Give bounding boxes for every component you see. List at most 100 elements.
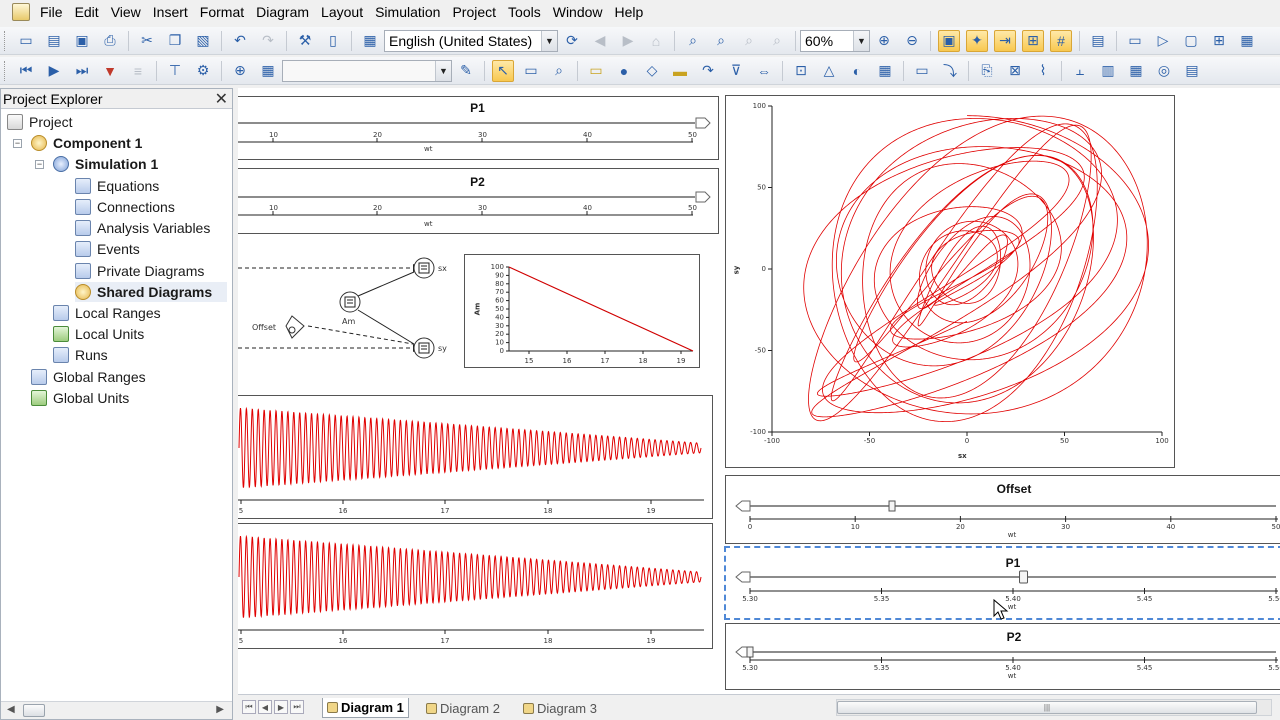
tree-item-analysis-variables[interactable]: Analysis Variables (75, 218, 210, 238)
table-icon[interactable]: ⊞ (1208, 30, 1230, 52)
save-icon[interactable]: ▣ (71, 30, 93, 52)
properties-icon[interactable]: ▤ (1087, 30, 1109, 52)
menu-layout[interactable]: Layout (317, 2, 367, 22)
wave-plot-1[interactable]: 5 16 17 18 19 (238, 395, 713, 519)
p1-slider-panel[interactable]: P1 10 20 30 40 50 wt (238, 96, 719, 160)
copy-format-icon[interactable]: ⎘ (976, 60, 998, 82)
tree-item-private-diagrams[interactable]: Private Diagrams (75, 261, 204, 281)
find-prev-icon[interactable]: ⌕ (738, 30, 760, 52)
tab-diagram-3[interactable]: Diagram 3 (519, 698, 601, 718)
parameter-icon[interactable]: ⊤ (164, 60, 186, 82)
grid-icon[interactable]: ⊞ (1022, 29, 1044, 52)
collapse-icon[interactable]: − (13, 139, 22, 148)
pattern-icon[interactable]: ▦ (874, 60, 896, 82)
open-icon[interactable]: ▤ (43, 30, 65, 52)
cut-icon[interactable]: ✂ (136, 30, 158, 52)
connector-icon[interactable]: ⇔ (753, 60, 775, 82)
tree-item-global-units[interactable]: Global Units (31, 388, 129, 408)
frame-icon[interactable]: ▭ (911, 60, 933, 82)
prev-tab-icon[interactable]: ◀ (258, 700, 272, 714)
slider-track[interactable] (238, 97, 720, 161)
copy-icon[interactable]: ❐ (164, 30, 186, 52)
home-icon[interactable]: ⌂ (645, 30, 667, 52)
toolbar-grip[interactable] (4, 60, 8, 81)
tree-item-global-ranges[interactable]: Global Ranges (31, 367, 146, 387)
xy-plot-icon[interactable]: ◎ (1153, 60, 1175, 82)
tree-item-local-units[interactable]: Local Units (53, 324, 144, 344)
arrange-icon[interactable]: ▦ (1236, 30, 1258, 52)
first-tab-icon[interactable]: ⏮ (242, 700, 256, 714)
fill-icon[interactable]: ◐ (846, 60, 868, 82)
step-icon[interactable]: ⇥ (994, 29, 1016, 52)
tree-item-connections[interactable]: Connections (75, 197, 175, 217)
refresh-icon[interactable]: ⟳ (561, 30, 583, 52)
menu-edit[interactable]: Edit (71, 2, 103, 22)
tree-item-project[interactable]: Project (7, 112, 73, 132)
menu-file[interactable]: File (36, 2, 67, 22)
zoom-out-icon[interactable]: ⊖ (901, 30, 923, 52)
chart-icon[interactable]: ⫠ (1069, 60, 1091, 82)
rectangle-icon[interactable]: ▭ (585, 60, 607, 82)
window-icon[interactable]: ▢ (1180, 30, 1202, 52)
stack-icon[interactable]: ▤ (1181, 60, 1203, 82)
tree-item-events[interactable]: Events (75, 239, 140, 259)
menu-tools[interactable]: Tools (504, 2, 545, 22)
menu-insert[interactable]: Insert (149, 2, 192, 22)
language-select[interactable]: English (United States) ▼ (384, 29, 558, 52)
p2-slider-svg[interactable]: 5.30 5.35 5.40 5.45 5.50 wt (726, 624, 1280, 691)
target-icon[interactable]: ⊕ (229, 60, 251, 82)
am-plot[interactable]: 100 90 80 70 60 50 40 30 20 10 0 15 16 17 18 19 Am (464, 254, 700, 368)
bar-chart-icon[interactable]: ▥ (1097, 60, 1119, 82)
app-icon[interactable] (12, 3, 30, 21)
ellipse-icon[interactable]: ● (613, 60, 635, 82)
tree-item-shared-diagrams[interactable]: Shared Diagrams (75, 282, 227, 302)
stop-icon[interactable]: ▼ (99, 60, 121, 82)
offset-slider-panel[interactable]: Offset 0 10 20 30 40 50 wt (725, 475, 1280, 544)
replace-icon[interactable]: ⌕ (766, 30, 788, 52)
slider-track[interactable] (238, 169, 720, 235)
next-tab-icon[interactable]: ▶ (274, 700, 288, 714)
bulb-icon[interactable]: ✦ (966, 29, 988, 52)
zoom-select[interactable]: 60% ▼ (800, 29, 870, 52)
tree-item-component[interactable]: Component 1 (31, 133, 142, 153)
offset-node[interactable] (285, 315, 305, 339)
redo-icon[interactable]: ↷ (257, 30, 279, 52)
sx-node[interactable] (413, 257, 435, 279)
select-shape-icon[interactable]: ⊡ (790, 60, 812, 82)
menu-diagram[interactable]: Diagram (252, 2, 313, 22)
rewind-icon[interactable]: ⏮ (15, 60, 37, 82)
zoom-in-icon[interactable]: ⊕ (873, 30, 895, 52)
last-tab-icon[interactable]: ⏭ (290, 700, 304, 714)
paint-icon[interactable]: ✎ (455, 60, 477, 82)
line-icon[interactable]: △ (818, 60, 840, 82)
undo-icon[interactable]: ↶ (229, 30, 251, 52)
toolbar-grip[interactable] (4, 30, 8, 51)
menu-window[interactable]: Window (549, 2, 607, 22)
object-select[interactable]: ▼ (282, 59, 452, 82)
brush-icon[interactable]: ⌇ (1032, 60, 1054, 82)
wave-plot-2[interactable]: 5 16 17 18 19 (238, 523, 713, 649)
tab-diagram-2[interactable]: Diagram 2 (422, 698, 504, 718)
funnel-icon[interactable]: ⊽ (725, 60, 747, 82)
scroll-right-icon[interactable]: ▶ (216, 704, 224, 715)
collapse-icon[interactable]: − (35, 160, 44, 169)
menu-format[interactable]: Format (196, 2, 248, 22)
play-icon[interactable]: ▶ (43, 60, 65, 82)
table-chart-icon[interactable]: ▦ (1125, 60, 1147, 82)
settings-icon[interactable]: ⚙ (192, 60, 214, 82)
sy-node[interactable] (413, 337, 435, 359)
chevron-down-icon[interactable]: ▼ (435, 60, 451, 81)
find-next-icon[interactable]: ⌕ (710, 30, 732, 52)
chevron-down-icon[interactable]: ▼ (853, 30, 869, 51)
p2-slider-panel[interactable]: P2 10 20 30 40 50 wt (238, 168, 719, 234)
close-icon[interactable]: ✕ (215, 89, 228, 109)
offset-slider-svg[interactable]: 0 10 20 30 40 50 wt (726, 476, 1280, 545)
tools-icon[interactable]: ⚒ (294, 30, 316, 52)
new-icon[interactable]: ▭ (15, 30, 37, 52)
xy-plot[interactable]: -100 -50 0 50 100 100 50 0 -50 -100 sx sy (725, 95, 1175, 468)
diagram-canvas[interactable]: P1 10 20 30 40 50 wt P2 10 20 30 40 50 w… (238, 88, 1280, 694)
chevron-down-icon[interactable]: ▼ (541, 30, 557, 51)
forward-icon[interactable]: ▶ (617, 30, 639, 52)
print-icon[interactable]: ⎙ (99, 30, 121, 52)
menu-view[interactable]: View (107, 2, 145, 22)
